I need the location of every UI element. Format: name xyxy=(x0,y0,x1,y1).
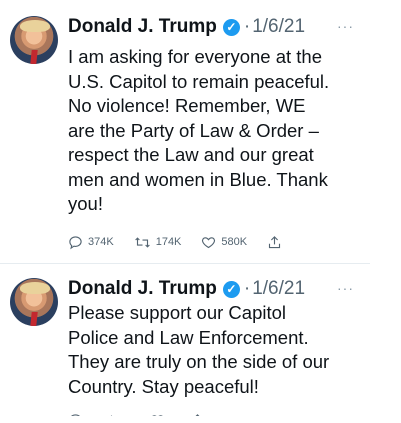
tweet-header: Donald J. Trump ✓ · 1/6/21 xyxy=(68,274,305,304)
avatar-hair xyxy=(20,282,50,294)
profile-avatar[interactable] xyxy=(10,278,58,326)
tweet-actions xyxy=(68,410,230,416)
verified-badge-icon: ✓ xyxy=(222,280,240,298)
author-name[interactable]: Donald J. Trump xyxy=(68,278,217,300)
tweet-feed: Donald J. Trump ✓ · 1/6/21 ··· I am aski… xyxy=(0,0,370,416)
share-icon xyxy=(195,413,200,416)
tweet-text: Please support our Capitol Police and La… xyxy=(68,302,330,397)
like-button[interactable] xyxy=(150,413,170,416)
more-options-icon[interactable]: ··· xyxy=(337,280,354,296)
heart-icon xyxy=(151,414,164,416)
retweet-button[interactable] xyxy=(108,413,130,416)
retweet-icon xyxy=(110,414,113,416)
avatar-tie xyxy=(30,312,38,326)
reply-icon xyxy=(70,413,81,416)
tweet-date[interactable]: 1/6/21 xyxy=(252,278,305,300)
reply-button[interactable] xyxy=(68,413,88,416)
tweet-2[interactable]: Donald J. Trump ✓ · 1/6/21 ··· Please su… xyxy=(0,0,370,416)
share-button[interactable] xyxy=(190,413,210,416)
separator: · xyxy=(243,278,251,299)
